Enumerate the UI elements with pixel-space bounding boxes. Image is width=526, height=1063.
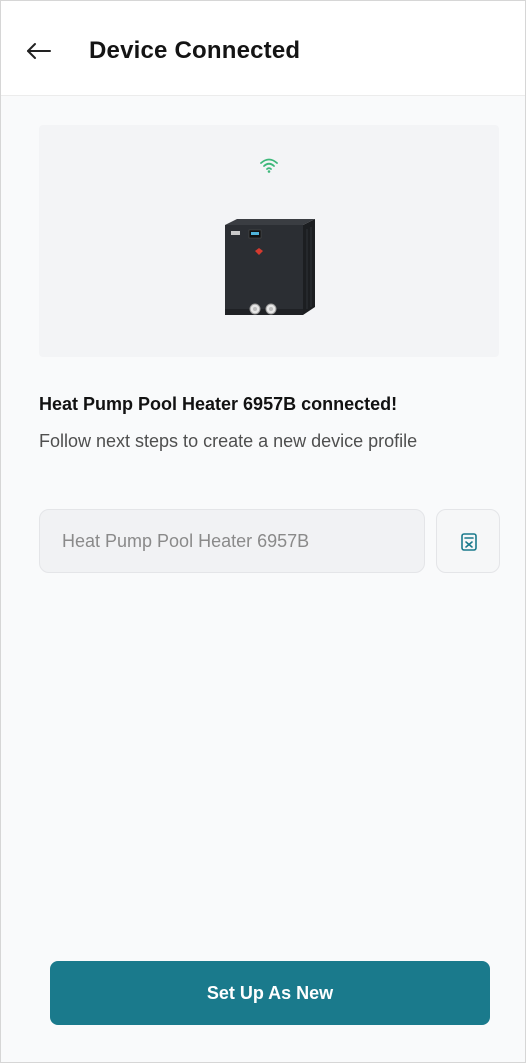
device-connected-screen: Device Connected Heat Pump Pool Heater 6…: [0, 0, 526, 1063]
device-id-button[interactable]: [436, 509, 500, 573]
set-up-as-new-button[interactable]: Set Up As New: [50, 961, 490, 1025]
connected-message-title: Heat Pump Pool Heater 6957B connected!: [39, 394, 398, 414]
id-card-icon: [461, 533, 477, 551]
top-app-bar: Device Connected: [1, 1, 525, 96]
device-hero-panel: [39, 125, 499, 357]
page-title: Device Connected: [89, 37, 301, 64]
wifi-icon: [260, 158, 278, 173]
arrow-left-icon: [27, 43, 51, 59]
device-name-input[interactable]: [39, 509, 425, 573]
back-button[interactable]: [23, 35, 55, 67]
heat-pump-device-image: [225, 219, 315, 315]
connected-message-subtitle: Follow next steps to create a new device…: [39, 431, 418, 451]
